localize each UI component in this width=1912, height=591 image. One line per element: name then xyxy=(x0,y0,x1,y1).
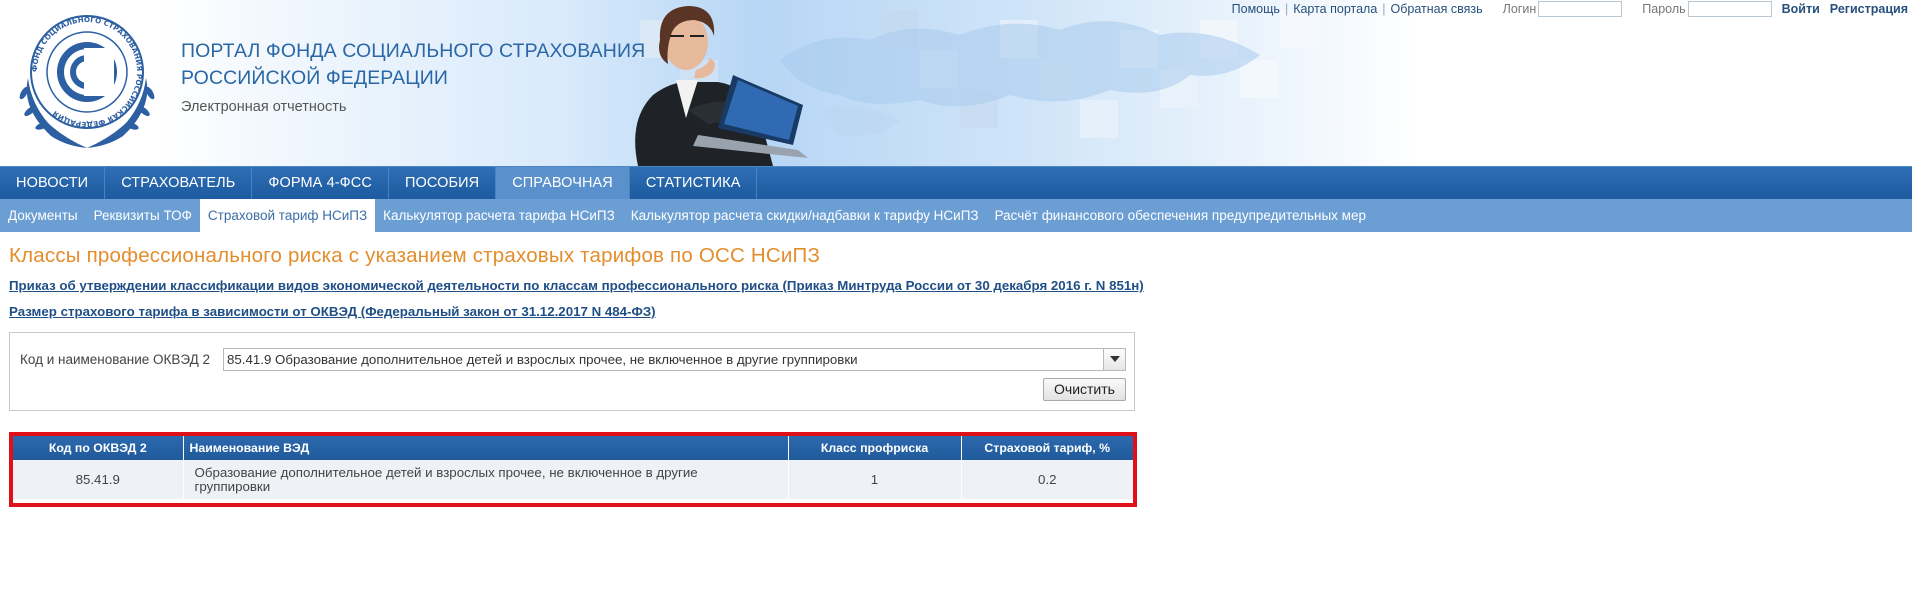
sitemap-link[interactable]: Карта портала xyxy=(1293,2,1377,16)
result-table-highlight: Код по ОКВЭД 2 Наименование ВЭД Класс пр… xyxy=(9,432,1137,507)
sub-navigation: Документы Реквизиты ТОФ Страховой тариф … xyxy=(0,199,1912,232)
portal-subtitle: Электронная отчетность xyxy=(181,99,347,115)
nav-item-reference[interactable]: СПРАВОЧНАЯ xyxy=(496,167,630,199)
subnav-item-discount-calculator[interactable]: Калькулятор расчета скидки/надбавки к та… xyxy=(623,199,987,232)
chevron-down-icon xyxy=(1110,356,1120,362)
nav-item-statistics[interactable]: СТАТИСТИКА xyxy=(630,167,758,199)
businesswoman-illustration xyxy=(635,6,808,166)
signin-link[interactable]: Войти xyxy=(1782,2,1820,16)
register-link[interactable]: Регистрация xyxy=(1830,2,1908,16)
portal-title[interactable]: ПОРТАЛ ФОНДА СОЦИАЛЬНОГО СТРАХОВАНИЯ РОС… xyxy=(181,38,645,92)
login-input[interactable] xyxy=(1538,1,1623,17)
table-row: 85.41.9 Образование дополнительное детей… xyxy=(13,460,1133,499)
site-header: ФОНД СОЦИАЛЬНОГО СТРАХОВАНИЯ РОССИЙСКАЯ … xyxy=(0,0,1912,166)
subnav-item-tof-details[interactable]: Реквизиты ТОФ xyxy=(86,199,200,232)
subnav-item-preventive-measures[interactable]: Расчёт финансового обеспечения предупред… xyxy=(987,199,1374,232)
password-input[interactable] xyxy=(1687,1,1772,17)
separator: | xyxy=(1382,2,1386,16)
clear-button[interactable]: Очистить xyxy=(1043,378,1126,401)
table-header-row: Код по ОКВЭД 2 Наименование ВЭД Класс пр… xyxy=(13,436,1133,460)
nav-item-news[interactable]: НОВОСТИ xyxy=(0,167,106,199)
password-label: Пароль xyxy=(1642,2,1686,16)
column-header-rate[interactable]: Страховой тариф, % xyxy=(961,436,1133,460)
okved-field-label: Код и наименование ОКВЭД 2 xyxy=(20,352,211,367)
cell-name: Образование дополнительное детей и взрос… xyxy=(183,460,789,499)
result-table: Код по ОКВЭД 2 Наименование ВЭД Класс пр… xyxy=(13,436,1133,499)
subnav-item-insurance-tariff[interactable]: Страховой тариф НСиПЗ xyxy=(199,199,376,232)
subnav-item-tariff-calculator[interactable]: Калькулятор расчета тарифа НСиПЗ xyxy=(375,199,623,232)
column-header-risk-class[interactable]: Класс профриска xyxy=(788,436,962,460)
column-header-name[interactable]: Наименование ВЭД xyxy=(183,436,789,460)
column-header-code[interactable]: Код по ОКВЭД 2 xyxy=(13,436,184,460)
separator: | xyxy=(1284,2,1289,16)
cell-risk-class: 1 xyxy=(788,460,962,499)
okved-select[interactable]: 85.41.9 Образование дополнительное детей… xyxy=(223,348,1126,371)
help-link[interactable]: Помощь xyxy=(1232,2,1280,16)
nav-item-form-4fss[interactable]: ФОРМА 4-ФСС xyxy=(252,167,389,199)
order-851n-link[interactable]: Приказ об утверждении классификации видо… xyxy=(9,278,1144,293)
login-label: Логин xyxy=(1502,2,1537,16)
main-navigation: НОВОСТИ СТРАХОВАТЕЛЬ ФОРМА 4-ФСС ПОСОБИЯ… xyxy=(0,166,1912,199)
portal-title-line2: РОССИЙСКОЙ ФЕДЕРАЦИИ xyxy=(181,67,448,89)
feedback-link[interactable]: Обратная связь xyxy=(1391,2,1483,16)
page-title: Классы профессионального риска с указани… xyxy=(9,244,821,267)
fss-emblem-logo: ФОНД СОЦИАЛЬНОГО СТРАХОВАНИЯ РОССИЙСКАЯ … xyxy=(19,15,155,148)
top-links-bar: Помощь | Карта портала | Обратная связь … xyxy=(1232,1,1908,17)
okved-selected-value: 85.41.9 Образование дополнительное детей… xyxy=(227,352,858,367)
okved-filter-panel: Код и наименование ОКВЭД 2 85.41.9 Образ… xyxy=(9,332,1135,411)
federal-law-484-link[interactable]: Размер страхового тарифа в зависимости о… xyxy=(9,304,656,319)
dropdown-toggle[interactable] xyxy=(1103,349,1125,370)
cell-code: 85.41.9 xyxy=(13,460,184,499)
nav-item-benefits[interactable]: ПОСОБИЯ xyxy=(389,167,497,199)
nav-item-insurer[interactable]: СТРАХОВАТЕЛЬ xyxy=(105,167,253,199)
portal-title-line1: ПОРТАЛ ФОНДА СОЦИАЛЬНОГО СТРАХОВАНИЯ xyxy=(181,40,646,62)
cell-rate: 0.2 xyxy=(961,460,1133,499)
subnav-item-documents[interactable]: Документы xyxy=(0,199,86,232)
cell-name-text: Образование дополнительное детей и взрос… xyxy=(194,464,698,494)
